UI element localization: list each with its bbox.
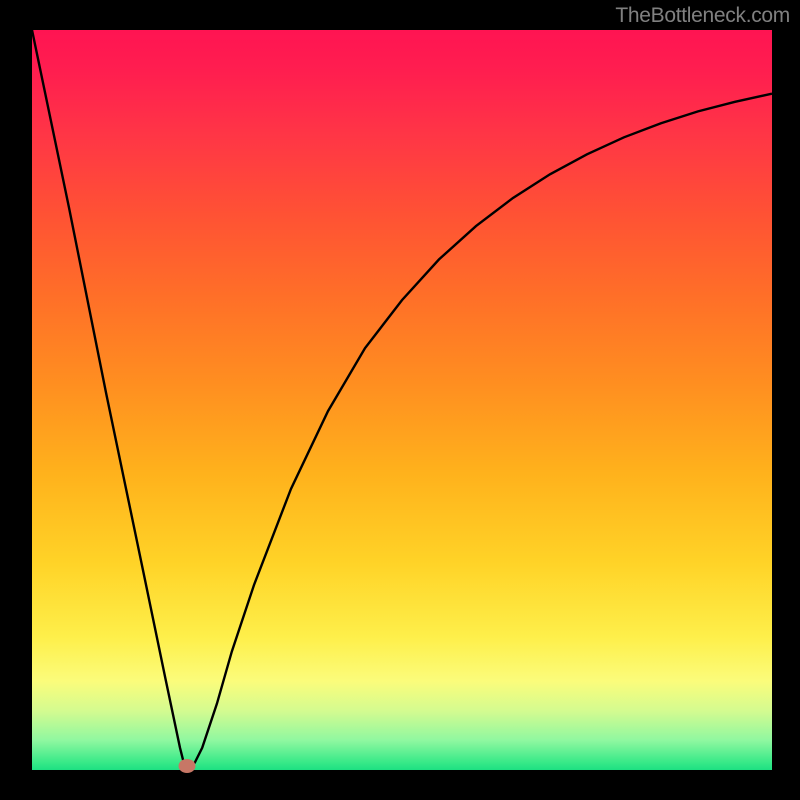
- attribution-text: TheBottleneck.com: [615, 4, 790, 28]
- plot-area: [32, 30, 772, 770]
- bottleneck-curve: [32, 30, 772, 770]
- chart-frame: TheBottleneck.com: [0, 0, 800, 800]
- optimal-point-marker: [179, 759, 196, 773]
